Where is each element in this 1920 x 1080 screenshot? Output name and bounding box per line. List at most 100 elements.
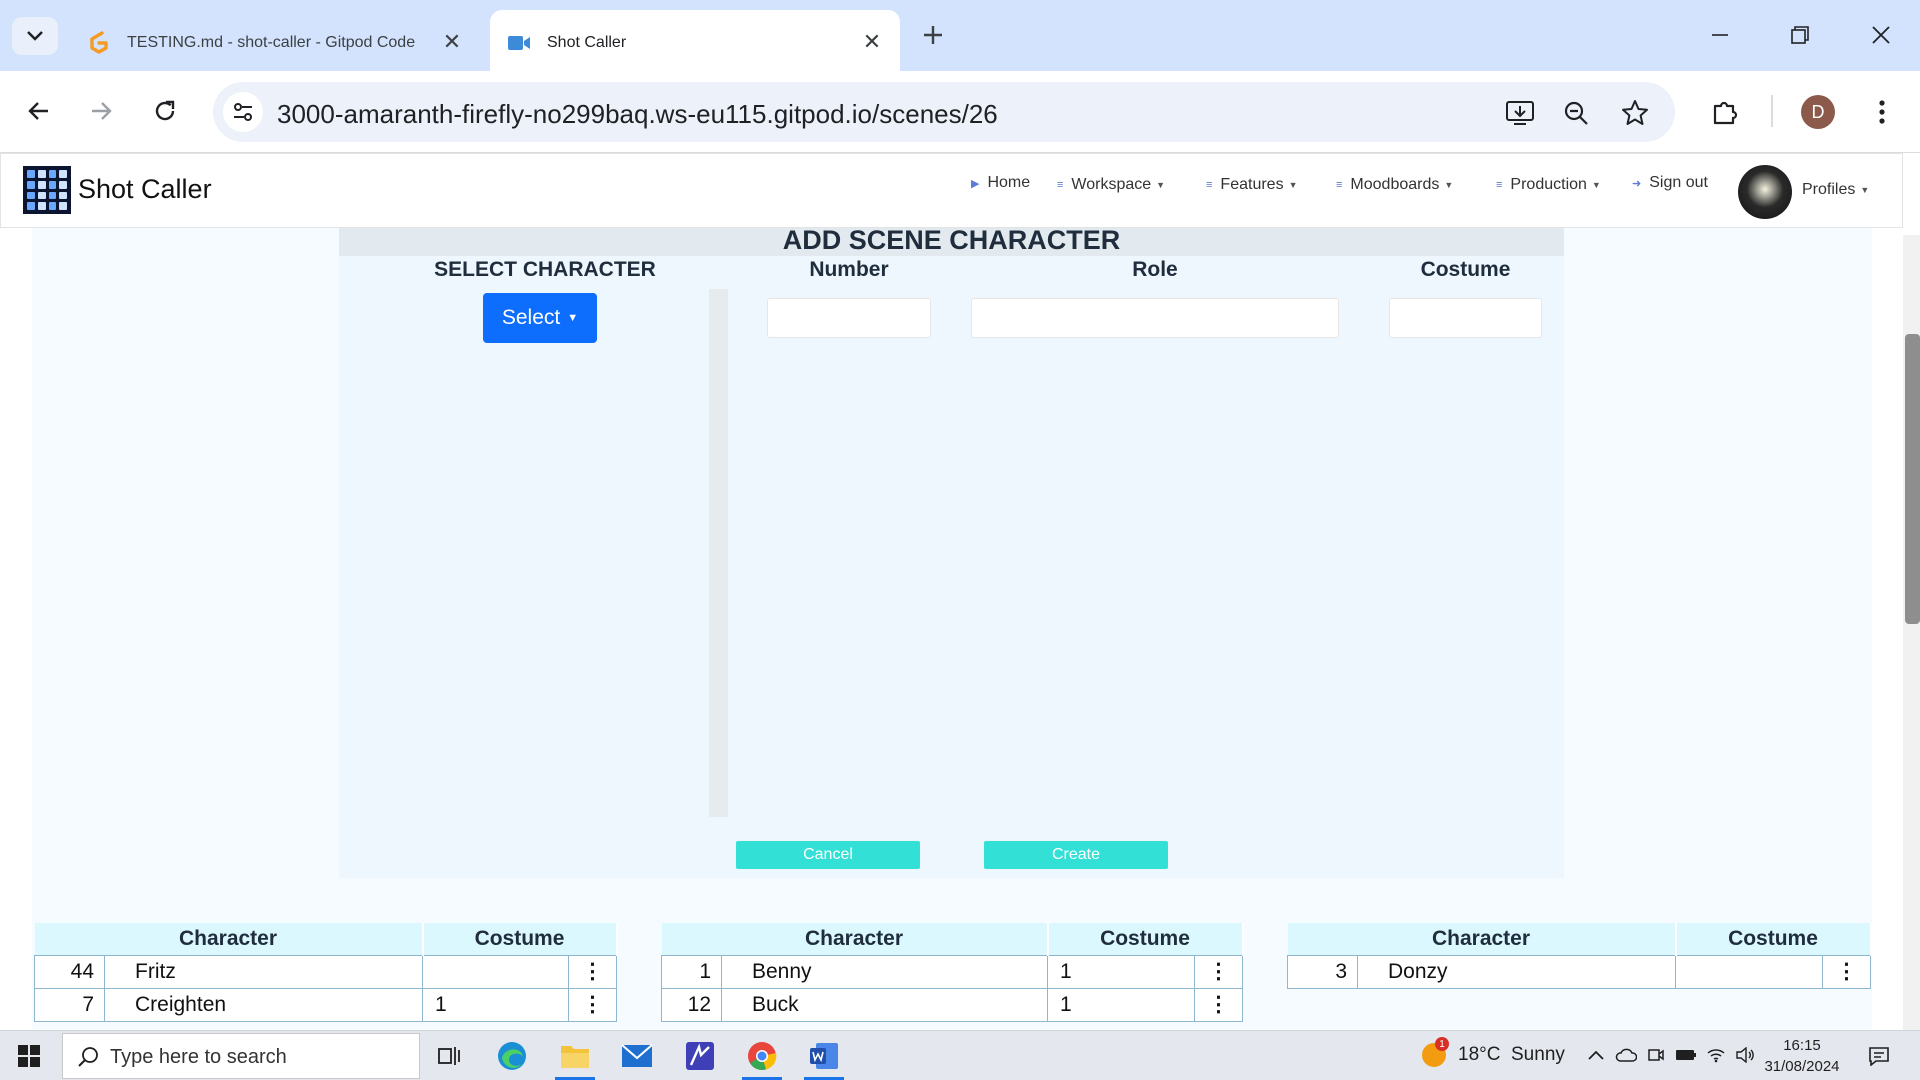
- battery-icon[interactable]: [1675, 1044, 1697, 1066]
- tab-gitpod[interactable]: TESTING.md - shot-caller - Gitpod Code ✕: [70, 10, 480, 71]
- notification-center-button[interactable]: [1866, 1043, 1892, 1069]
- tune-icon: [234, 103, 252, 121]
- number-label: Number: [809, 258, 889, 281]
- tab-search-button[interactable]: [12, 17, 58, 55]
- character-table: Character Costume 44 Fritz ⋮ 7 Creighten…: [34, 923, 618, 1022]
- nav-workspace-label: Workspace: [1071, 176, 1152, 193]
- minimize-icon: [1712, 34, 1728, 36]
- nav-workspace[interactable]: ≡ Workspace ▼: [1057, 176, 1165, 194]
- list-icon: ≡: [1206, 179, 1213, 191]
- character-number: 1: [661, 954, 722, 989]
- table-header-costume: Costume: [1675, 923, 1872, 955]
- window-close-button[interactable]: [1861, 18, 1901, 52]
- chrome-app[interactable]: [738, 1036, 786, 1080]
- row-menu-button[interactable]: ⋮: [1822, 954, 1871, 989]
- page-viewport: Shot Caller ▶ Home ≡ Workspace ▼ ≡ Featu…: [0, 153, 1920, 1030]
- number-input[interactable]: [767, 298, 931, 338]
- meet-icon[interactable]: [1645, 1044, 1667, 1066]
- browser-toolbar: 3000-amaranth-firefly-no299baq.ws-eu115.…: [0, 71, 1920, 153]
- brand-logo[interactable]: [23, 166, 71, 214]
- minimize-button[interactable]: [1700, 18, 1740, 52]
- pen-app-icon: [686, 1042, 714, 1070]
- row-menu-button[interactable]: ⋮: [568, 954, 617, 989]
- caret-down-icon: ▼: [1860, 185, 1870, 195]
- url-text: 3000-amaranth-firefly-no299baq.ws-eu115.…: [277, 99, 998, 129]
- character-number: 7: [34, 987, 105, 1022]
- nav-home[interactable]: ▶ Home: [971, 174, 1030, 192]
- taskbar-search-box[interactable]: Type here to search: [62, 1033, 420, 1079]
- new-tab-button[interactable]: [918, 18, 948, 52]
- brand-name[interactable]: Shot Caller: [78, 174, 212, 205]
- back-button[interactable]: [19, 91, 59, 131]
- cancel-button[interactable]: Cancel: [736, 841, 920, 869]
- onedrive-icon[interactable]: [1615, 1044, 1637, 1066]
- tab-shot-caller[interactable]: Shot Caller ✕: [490, 10, 900, 71]
- reload-button[interactable]: [145, 91, 185, 131]
- nav-sign-out[interactable]: ➜ Sign out: [1632, 174, 1708, 192]
- select-character-label: SELECT CHARACTER: [434, 258, 656, 281]
- arrow-right-icon: [92, 102, 112, 120]
- taskbar-clock[interactable]: 16:15 31/08/2024: [1757, 1035, 1847, 1077]
- close-icon[interactable]: ✕: [860, 29, 884, 54]
- tab-title: Shot Caller: [547, 34, 627, 51]
- costume-label: Costume: [1420, 258, 1511, 281]
- browser-tab-strip: TESTING.md - shot-caller - Gitpod Code ✕…: [0, 0, 1920, 71]
- tab-title: TESTING.md - shot-caller - Gitpod Code: [127, 34, 416, 51]
- character-number: 3: [1287, 954, 1358, 989]
- browser-profile-avatar[interactable]: D: [1801, 95, 1835, 129]
- character-name: Donzy: [1357, 954, 1676, 989]
- file-explorer-app[interactable]: [551, 1036, 599, 1080]
- browser-menu-button[interactable]: [1862, 92, 1902, 132]
- volume-icon[interactable]: [1734, 1044, 1756, 1066]
- site-info-button[interactable]: [223, 92, 263, 132]
- nav-production-label: Production: [1510, 176, 1587, 193]
- row-menu-button[interactable]: ⋮: [1194, 987, 1243, 1022]
- windows-start-icon[interactable]: [18, 1045, 40, 1067]
- wifi-icon[interactable]: [1705, 1044, 1727, 1066]
- table-header-character: Character: [661, 923, 1049, 955]
- weather-widget[interactable]: 1 18°C Sunny: [1422, 1037, 1565, 1067]
- page-scrollbar-thumb[interactable]: [1905, 334, 1920, 624]
- table-row: 7 Creighten 1 ⋮: [34, 987, 617, 1022]
- close-icon[interactable]: ✕: [440, 29, 464, 54]
- pen-app[interactable]: [676, 1036, 724, 1076]
- sign-out-icon: ➜: [1632, 177, 1642, 190]
- zoom-button[interactable]: [1559, 96, 1593, 130]
- nav-production[interactable]: ≡ Production ▼: [1496, 176, 1601, 194]
- nav-features[interactable]: ≡ Features ▼: [1206, 176, 1297, 194]
- address-bar[interactable]: 3000-amaranth-firefly-no299baq.ws-eu115.…: [213, 82, 1675, 142]
- select-character-dropdown[interactable]: Select ▼: [483, 293, 597, 343]
- restore-button[interactable]: [1780, 18, 1820, 52]
- forward-button[interactable]: [81, 91, 121, 131]
- word-app[interactable]: [800, 1036, 848, 1080]
- edge-icon: [498, 1042, 526, 1070]
- caret-down-icon: ▼: [1591, 180, 1601, 190]
- user-avatar[interactable]: [1738, 165, 1792, 219]
- table-header-costume: Costume: [422, 923, 618, 955]
- nav-moodboards[interactable]: ≡ Moodboards ▼: [1336, 176, 1453, 194]
- bookmark-button[interactable]: [1618, 96, 1652, 130]
- character-name: Buck: [721, 987, 1048, 1022]
- install-app-button[interactable]: [1503, 96, 1537, 130]
- costume-input[interactable]: [1389, 298, 1542, 338]
- extensions-button[interactable]: [1705, 92, 1745, 132]
- task-view-button[interactable]: [426, 1036, 474, 1076]
- search-placeholder: Type here to search: [110, 1046, 287, 1068]
- search-icon: [78, 1047, 98, 1067]
- folder-icon: [561, 1046, 589, 1068]
- nav-profiles[interactable]: Profiles ▼: [1802, 181, 1869, 199]
- star-icon: [1622, 100, 1648, 125]
- edge-app[interactable]: [488, 1036, 536, 1076]
- create-button[interactable]: Create: [984, 841, 1168, 869]
- character-name: Creighten: [104, 987, 423, 1022]
- nav-moodboards-label: Moodboards: [1350, 176, 1440, 193]
- character-list-scroll-area[interactable]: [709, 289, 728, 817]
- list-icon: ≡: [1336, 179, 1343, 191]
- row-menu-button[interactable]: ⋮: [568, 987, 617, 1022]
- role-input[interactable]: [971, 298, 1339, 338]
- mail-app[interactable]: [613, 1036, 661, 1076]
- chevron-up-icon[interactable]: [1585, 1044, 1607, 1066]
- restore-icon: [1791, 26, 1809, 44]
- gitpod-icon: [90, 31, 108, 54]
- row-menu-button[interactable]: ⋮: [1194, 954, 1243, 989]
